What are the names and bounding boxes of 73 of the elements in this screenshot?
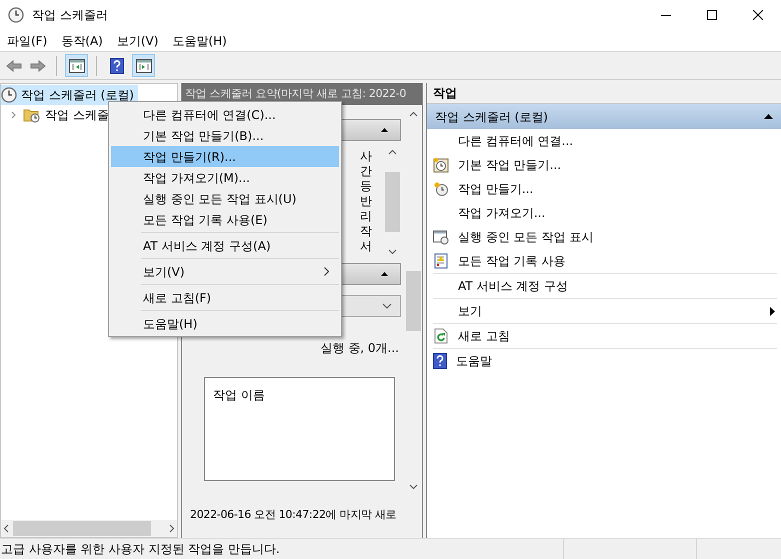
chevron-down-icon <box>382 303 392 309</box>
action-item[interactable]: 보기 <box>427 299 781 323</box>
horizontal-scrollbar[interactable] <box>1 520 177 537</box>
panel-left-icon <box>68 58 84 72</box>
description-text: 작 <box>360 224 372 239</box>
scrollbar-thumb[interactable] <box>13 521 151 536</box>
context-menu-item[interactable]: 새로 고침(F) <box>111 287 339 308</box>
show-actions-button[interactable] <box>132 54 155 77</box>
scroll-up-icon <box>388 149 397 155</box>
menu-item[interactable]: 도움말(H) <box>165 30 234 51</box>
panel-right-icon <box>136 58 152 72</box>
minimize-icon <box>661 14 671 16</box>
refresh-icon <box>433 328 449 344</box>
context-menu-item[interactable]: AT 서비스 계정 구성(A) <box>111 235 339 256</box>
submenu-chevron-icon <box>324 267 329 276</box>
action-item[interactable]: 작업 만들기... <box>427 177 781 201</box>
menu-item[interactable]: 보기(V) <box>110 30 166 51</box>
collapse-icon <box>381 272 388 276</box>
action-item[interactable]: 다른 컴퓨터에 연결... <box>427 129 781 153</box>
window-title: 작업 스케줄러 <box>32 7 108 24</box>
action-item[interactable]: AT 서비스 계정 구성 <box>427 274 781 298</box>
actions-title: 작업 <box>427 83 781 104</box>
window-clock-icon <box>433 229 449 245</box>
collapse-icon <box>381 128 388 132</box>
description-text: 등 <box>360 179 372 194</box>
action-item[interactable]: 도움말 <box>427 349 781 373</box>
collapse-icon <box>764 114 773 119</box>
folder-clock-icon <box>23 107 41 123</box>
context-menu-item[interactable]: 실행 중인 모든 작업 표시(U) <box>111 188 339 209</box>
scroll-right-icon <box>169 524 175 533</box>
back-arrow-icon <box>6 60 22 72</box>
calendar-clock-icon <box>433 157 449 173</box>
notebook-icon <box>433 253 449 269</box>
context-menu-item[interactable]: 작업 만들기(R)... <box>111 146 339 167</box>
description-text: 사 <box>360 149 372 164</box>
context-menu-item[interactable]: 보기(V) <box>111 261 339 282</box>
context-menu-item[interactable]: 모든 작업 기록 사용(E) <box>111 209 339 230</box>
status-text: 고급 사용자를 위한 사용자 지정된 작업을 만듭니다. <box>0 541 281 558</box>
actions-group-header[interactable]: 작업 스케줄러 (로컬) <box>427 104 781 129</box>
scrollbar-thumb[interactable] <box>385 172 400 232</box>
tree-item[interactable]: 작업 스케줄 <box>9 105 113 125</box>
help-icon <box>110 58 124 74</box>
scroll-up-icon <box>409 111 418 117</box>
description-text: 반 <box>360 194 372 209</box>
context-menu-item[interactable]: 작업 가져오기(M)... <box>111 167 339 188</box>
menu-item[interactable]: 파일(F) <box>0 30 54 51</box>
menu-item[interactable]: 동작(A) <box>54 30 110 51</box>
column-header: 작업 이름 <box>213 388 265 402</box>
scroll-down-icon <box>409 484 418 490</box>
action-item[interactable]: 기본 작업 만들기... <box>427 153 781 177</box>
maximize-icon <box>707 10 717 20</box>
show-tree-button[interactable] <box>65 54 88 77</box>
help-icon <box>433 353 447 369</box>
status-summary-text: 실행 중, 0개... <box>320 340 400 357</box>
context-menu-item[interactable]: 기본 작업 만들기(B)... <box>111 125 339 146</box>
clock-icon <box>8 7 24 23</box>
context-menu-item[interactable]: 도움말(H) <box>111 313 339 334</box>
scrollbar-thumb[interactable] <box>406 270 421 330</box>
action-item[interactable]: 새로 고침 <box>427 324 781 348</box>
description-text: 서 <box>360 239 372 254</box>
context-menu-item[interactable]: 다른 컴퓨터에 연결(C)... <box>111 104 339 125</box>
submenu-arrow-icon <box>770 306 775 316</box>
tree-item[interactable]: 작업 스케줄러 (로컬) <box>1 85 138 105</box>
last-refresh-text: 2022-06-16 오전 10:47:22에 마지막 새로 <box>189 506 398 523</box>
action-item[interactable]: 모든 작업 기록 사용 <box>427 249 781 273</box>
description-text: 간 <box>360 164 372 179</box>
description-text: 리 <box>360 209 372 224</box>
forward-arrow-icon <box>30 60 46 72</box>
close-icon <box>753 10 763 20</box>
action-item[interactable]: 실행 중인 모든 작업 표시 <box>427 225 781 249</box>
scroll-left-icon <box>3 524 9 533</box>
scroll-down-icon <box>388 249 397 255</box>
action-item[interactable]: 작업 가져오기... <box>427 201 781 225</box>
